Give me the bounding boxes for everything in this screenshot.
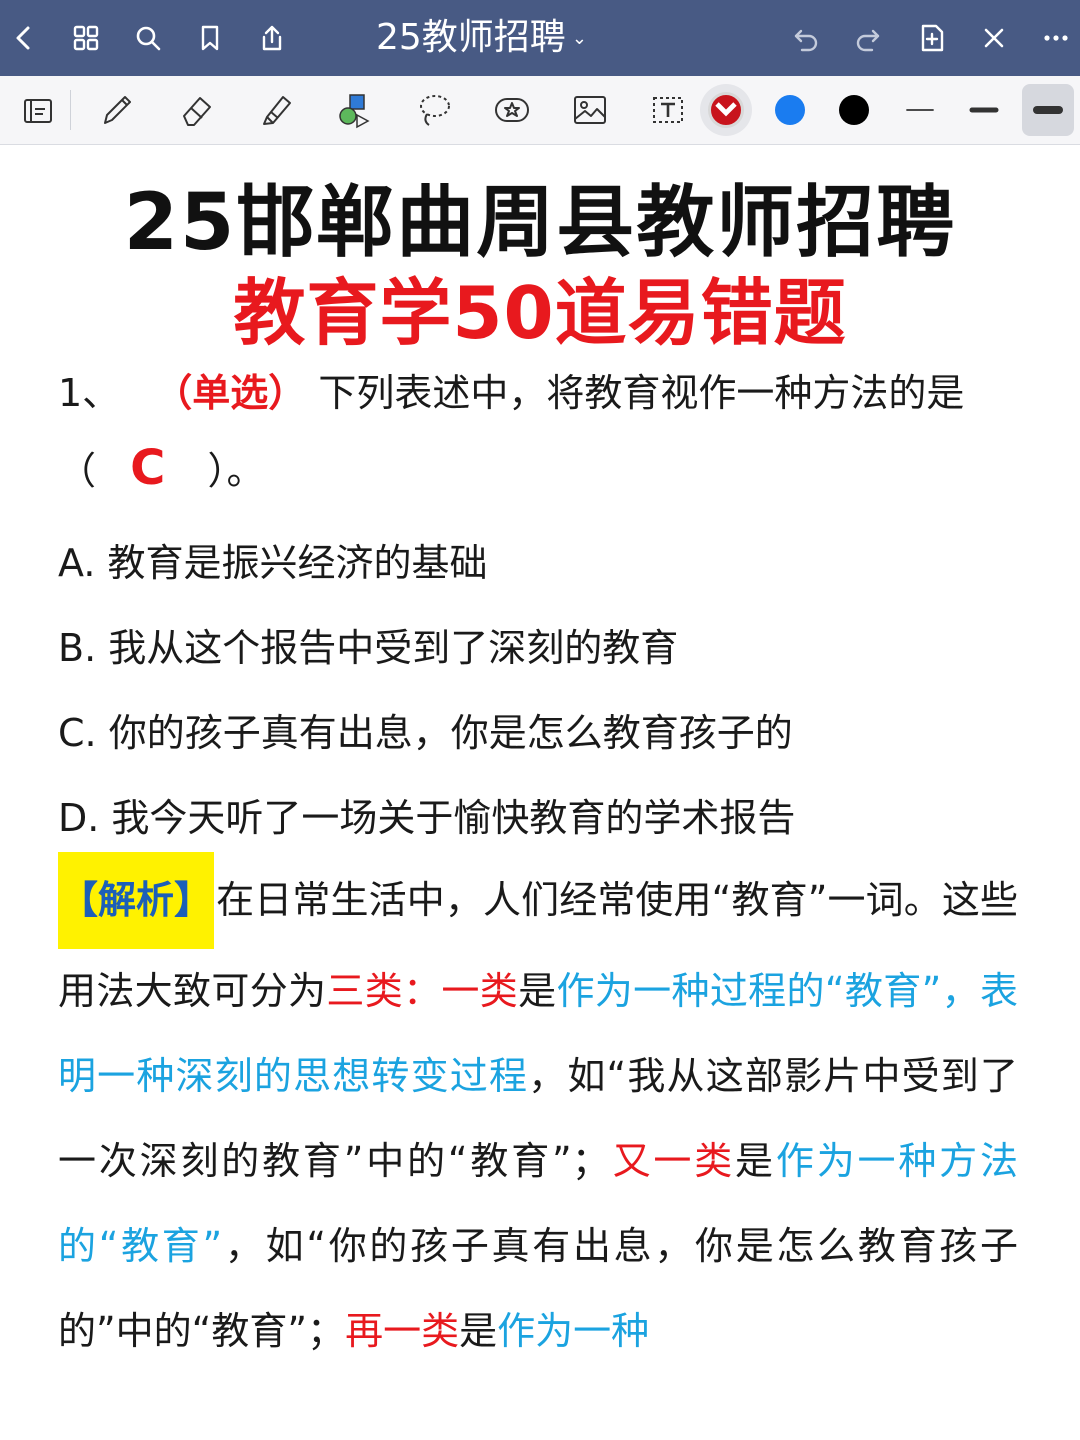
- width-thick-button[interactable]: [1022, 84, 1074, 136]
- analysis-text-12: 作为一种: [497, 1309, 650, 1353]
- back-icon[interactable]: [0, 14, 48, 62]
- blank-close: ）。: [207, 449, 265, 493]
- highlighter-icon[interactable]: [250, 84, 302, 136]
- chevron-down-icon: [715, 102, 737, 117]
- analysis-text-7: 是: [735, 1139, 776, 1183]
- color-red-swatch[interactable]: [700, 84, 752, 136]
- analysis-text-11: 是: [459, 1309, 498, 1353]
- top-navigation-bar: 25教师招聘 ⌄: [0, 0, 1080, 76]
- red-color-dot: [708, 92, 744, 128]
- option-b: B. 我从这个报告中受到了深刻的教育: [58, 626, 679, 670]
- add-page-icon[interactable]: [908, 14, 956, 62]
- share-icon[interactable]: [248, 14, 296, 62]
- blank-open: （: [58, 449, 97, 493]
- question-text: 下列表述中，将教育视作一种方法的是: [318, 371, 965, 415]
- shapes-icon[interactable]: [328, 84, 380, 136]
- analysis-paragraph: 【解析】 在日常生活中，人们经常使用“教育”一词。这些用法大致可分为三类：一类是作…: [58, 852, 1018, 1374]
- analysis-text-3: 是: [518, 969, 557, 1013]
- analysis-text-10: 再一类: [345, 1309, 460, 1353]
- sticker-icon[interactable]: [486, 84, 538, 136]
- more-icon[interactable]: [1032, 14, 1080, 62]
- toolbar-divider: [70, 90, 71, 130]
- question-type: （单选）: [154, 371, 307, 415]
- black-color-dot: [839, 95, 869, 125]
- close-icon[interactable]: [970, 14, 1018, 62]
- search-icon[interactable]: [124, 14, 172, 62]
- option-c: C. 你的孩子真有出息，你是怎么教育孩子的: [58, 711, 793, 755]
- analysis-label: 【解析】: [58, 852, 215, 949]
- chevron-down-icon: ⌄: [571, 28, 587, 49]
- page-subtitle: 教育学50道易错题: [233, 271, 847, 355]
- option-a: A. 教育是振兴经济的基础: [58, 541, 488, 585]
- undo-icon[interactable]: [782, 14, 830, 62]
- option-d: D. 我今天听了一场关于愉快教育的学术报告: [58, 796, 796, 840]
- thick-line-icon: [1033, 106, 1063, 114]
- grid-icon[interactable]: [62, 14, 110, 62]
- blue-color-dot: [775, 95, 805, 125]
- bookmark-icon[interactable]: [186, 14, 234, 62]
- question-stem: 1、 （单选） 下列表述中，将教育视作一种方法的是: [58, 362, 964, 417]
- answer-letter: C: [130, 440, 166, 496]
- width-thin-button[interactable]: [894, 84, 946, 136]
- analysis-text-2: 三类：一类: [326, 969, 519, 1013]
- medium-line-icon: [969, 107, 999, 113]
- redo-icon[interactable]: [844, 14, 892, 62]
- drawing-toolbar: [0, 76, 1080, 145]
- color-black-swatch[interactable]: [828, 84, 880, 136]
- pen-icon[interactable]: [90, 84, 142, 136]
- eraser-icon[interactable]: [170, 84, 222, 136]
- analysis-text-6: 又一类: [609, 1139, 736, 1183]
- document-title-dropdown[interactable]: 25教师招聘 ⌄: [376, 14, 587, 62]
- image-icon[interactable]: [564, 84, 616, 136]
- color-blue-swatch[interactable]: [764, 84, 816, 136]
- width-medium-button[interactable]: [958, 84, 1010, 136]
- document-title: 25教师招聘: [376, 17, 566, 58]
- lasso-icon[interactable]: [408, 84, 460, 136]
- text-icon[interactable]: [642, 84, 694, 136]
- read-mode-icon[interactable]: [12, 84, 64, 136]
- question-number: 1、: [58, 371, 121, 415]
- answer-blank: （ C ）。: [58, 440, 264, 496]
- thin-line-icon: [906, 109, 934, 111]
